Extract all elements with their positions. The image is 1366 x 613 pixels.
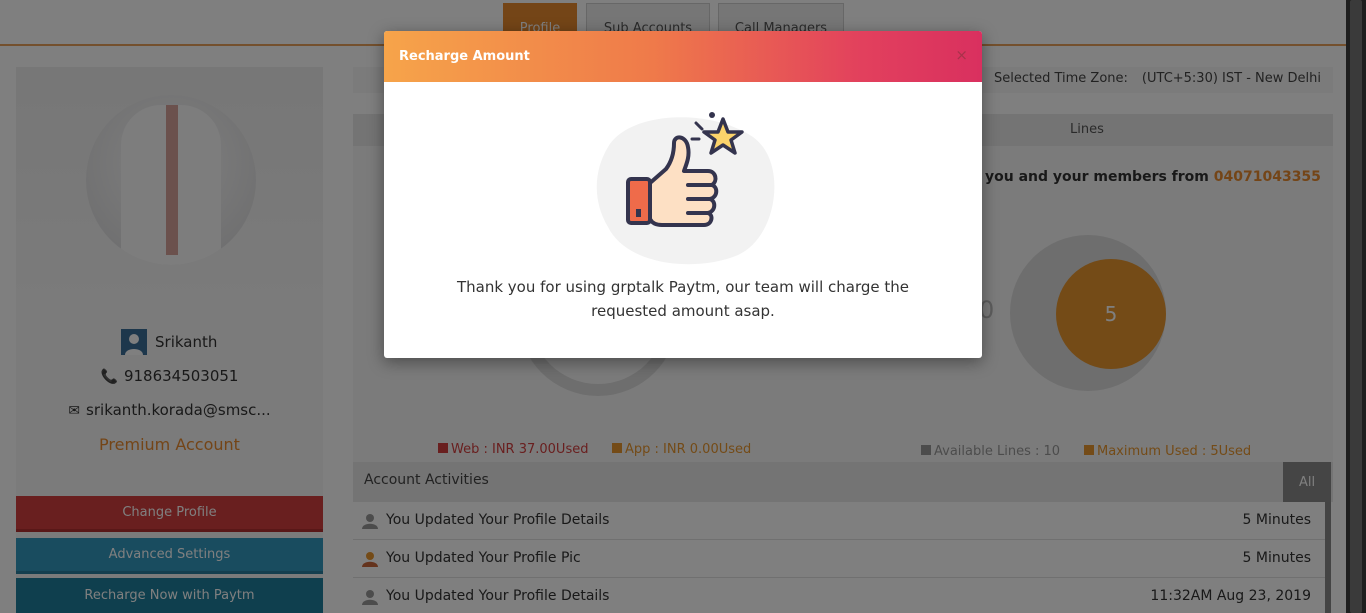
page-scrollbar-thumb[interactable] — [1350, 0, 1362, 613]
modal-title: Recharge Amount — [399, 49, 530, 64]
page-scrollbar[interactable] — [1346, 0, 1366, 613]
thumbs-up-star-icon — [588, 107, 778, 271]
modal-message: Thank you for using grptalk Paytm, our t… — [456, 278, 910, 320]
modal-header: Recharge Amount × — [384, 31, 982, 82]
recharge-modal: Recharge Amount × Thank you for using gr… — [384, 31, 982, 358]
close-icon[interactable]: × — [955, 46, 968, 64]
